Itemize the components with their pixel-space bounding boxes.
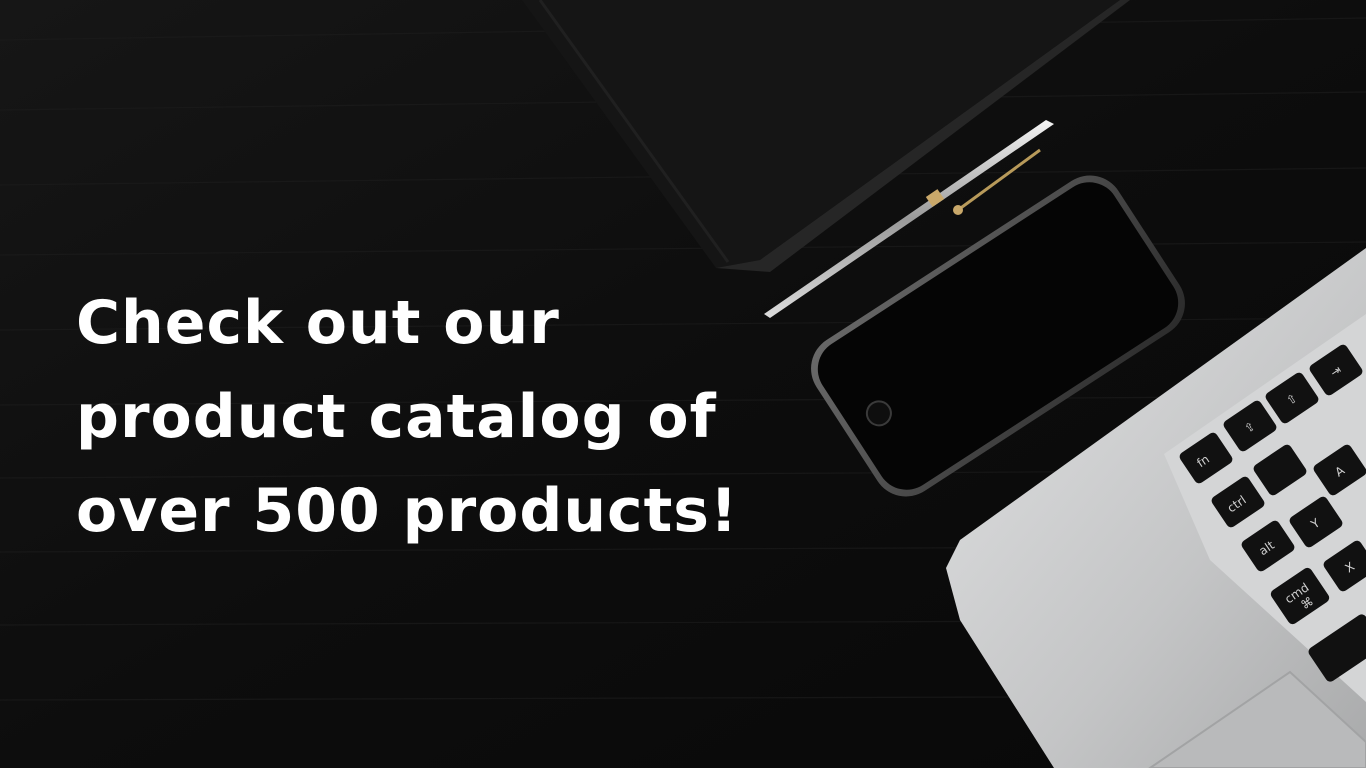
- headline-line-1: Check out our: [76, 288, 560, 358]
- headline-line-3: over 500 products!: [76, 476, 739, 546]
- promo-headline: Check out our product catalog of over 50…: [76, 276, 796, 558]
- headline-line-2: product catalog of: [76, 382, 717, 452]
